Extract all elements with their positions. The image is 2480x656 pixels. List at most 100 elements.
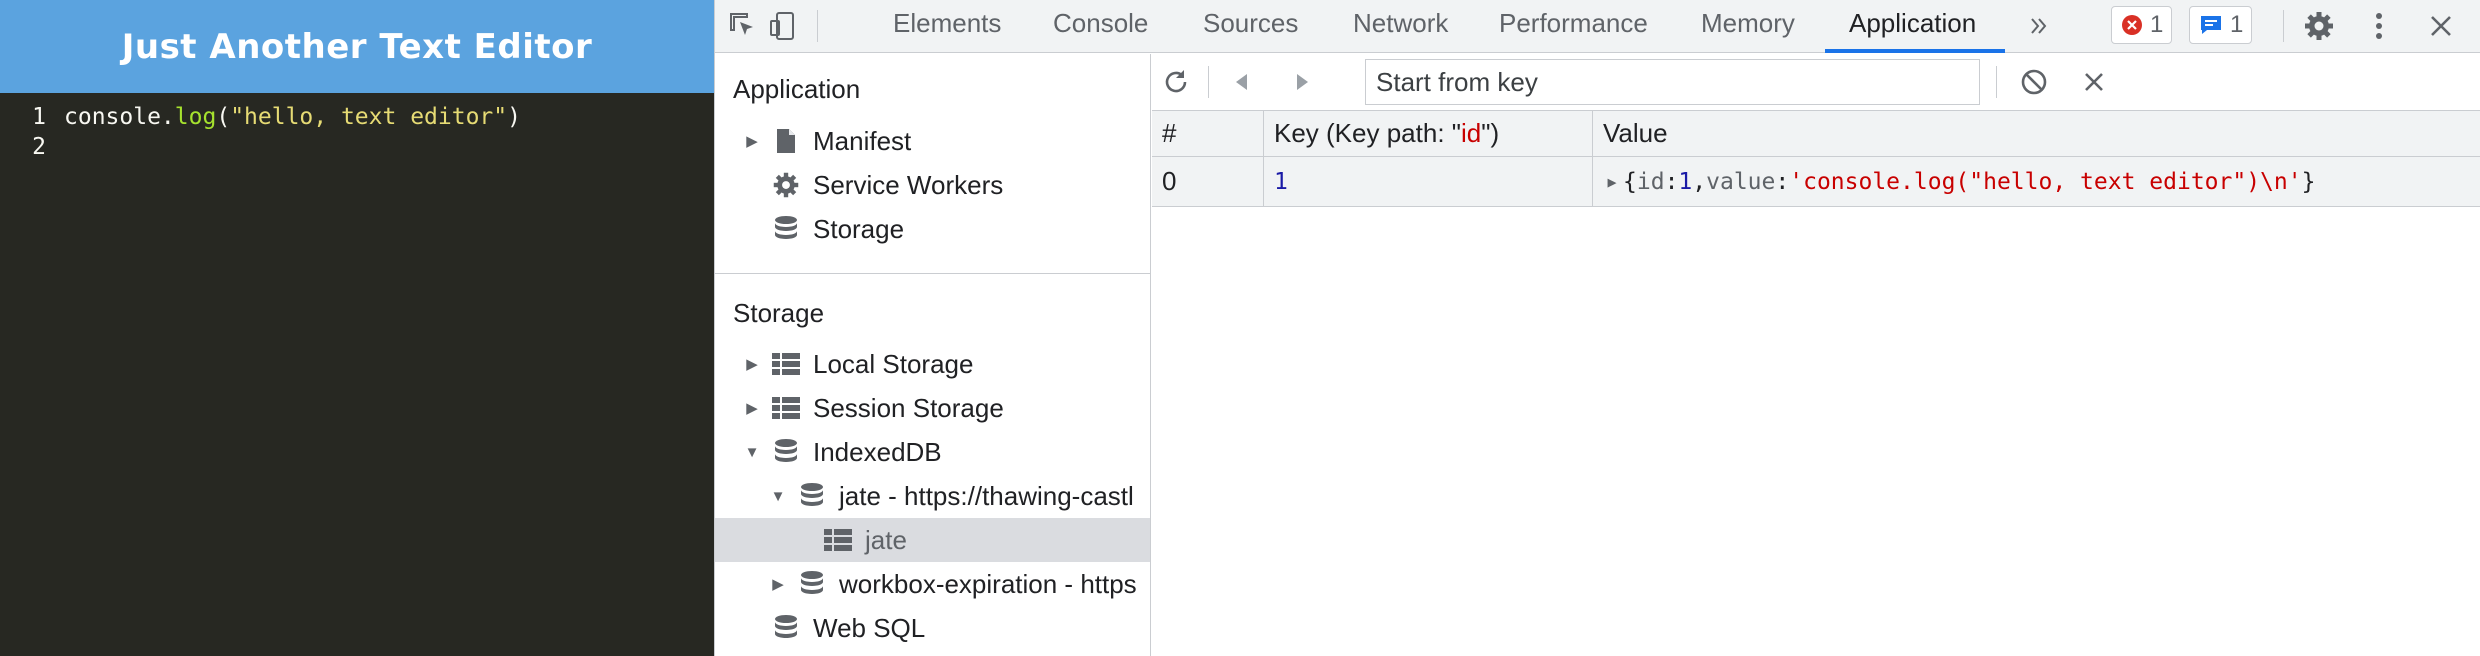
object-store-table: # Key (Key path: " id ") Value 0 1 ▶{id: 1… — [1152, 111, 2480, 207]
table-row[interactable]: 0 1 ▶{id: 1, value: 'console.log("hello,… — [1152, 157, 2480, 207]
sidebar-item-label: Storage — [813, 213, 905, 244]
code-line[interactable]: 2 — [0, 132, 714, 162]
tab-memory[interactable]: Memory — [1697, 0, 1799, 53]
value-colon: : — [1775, 168, 1790, 195]
sidebar-item-label: Local Storage — [813, 348, 974, 379]
column-header-index[interactable]: # — [1152, 111, 1264, 156]
close-devtools-icon[interactable] — [2423, 8, 2459, 44]
value-colon: : — [1664, 168, 1679, 195]
gear-icon[interactable] — [2301, 8, 2337, 44]
database-icon — [769, 437, 803, 467]
value-brace: { — [1623, 168, 1637, 195]
expand-triangle-icon[interactable]: ▶ — [769, 575, 787, 593]
messages-badge[interactable]: 1 — [2189, 6, 2253, 44]
table-grid-icon — [769, 349, 803, 379]
code-line-text[interactable]: console.log("hello, text editor") — [54, 102, 521, 132]
clear-object-store-icon[interactable] — [2016, 64, 2052, 100]
sidebar-item-label: IndexedDB — [813, 436, 942, 467]
expand-triangle-icon[interactable]: ▶ — [1603, 173, 1621, 191]
table-grid-icon — [769, 393, 803, 423]
kebab-menu-icon[interactable] — [2361, 8, 2397, 44]
indexeddb-data-view: # Key (Key path: "id") Value 0 1 ▶{id: 1… — [1152, 54, 2480, 656]
value-comma: , — [1692, 168, 1707, 195]
message-count: 1 — [2230, 11, 2244, 38]
sidebar-item-indexeddb[interactable]: ▼ IndexedDB — [715, 430, 1150, 474]
sidebar-item-label: Manifest — [813, 125, 912, 156]
value-key: value — [1706, 168, 1776, 195]
sidebar-item-label: Session Storage — [813, 392, 1004, 423]
row-key: 1 — [1264, 157, 1593, 206]
sidebar-item-manifest[interactable]: ▶ Manifest — [715, 119, 1150, 163]
code-token-paren: ) — [507, 104, 521, 130]
delete-selected-icon[interactable] — [2076, 64, 2112, 100]
key-header-suffix: ") — [1481, 118, 1500, 148]
error-icon — [2122, 15, 2142, 35]
next-page-icon[interactable] — [1284, 64, 1320, 100]
code-token-function: log — [174, 104, 217, 130]
database-icon — [769, 613, 803, 643]
tab-network[interactable]: Network — [1349, 0, 1452, 53]
table-header-row: # Key (Key path: " id ") Value — [1152, 111, 2480, 157]
row-index: 0 — [1152, 157, 1264, 206]
sidebar-item-label: Web SQL — [813, 612, 926, 643]
code-editor[interactable]: 1 console.log("hello, text editor") 2 — [0, 102, 714, 162]
double-chevron-icon[interactable] — [2021, 8, 2057, 44]
tab-console[interactable]: Console — [1049, 0, 1152, 53]
expand-triangle-icon[interactable]: ▶ — [743, 132, 761, 150]
value-brace: } — [2301, 168, 2316, 195]
previous-page-icon[interactable] — [1224, 64, 1260, 100]
tab-sources[interactable]: Sources — [1199, 0, 1302, 53]
sidebar-item-label: jate — [865, 524, 907, 555]
collapse-triangle-icon[interactable]: ▼ — [769, 487, 787, 505]
column-header-key[interactable]: Key (Key path: " id ") — [1264, 111, 1593, 156]
sidebar-item-service-workers[interactable]: Service Workers — [715, 163, 1150, 207]
error-count: 1 — [2150, 11, 2164, 38]
code-line-text[interactable] — [54, 132, 64, 162]
key-header-prefix: Key (Key path: " — [1274, 118, 1461, 148]
key-path-name: id — [1461, 118, 1482, 148]
sidebar-item-storage[interactable]: Storage — [715, 207, 1150, 251]
section-header-storage: Storage — [733, 298, 825, 328]
line-number: 2 — [32, 134, 46, 160]
database-icon — [769, 214, 803, 244]
tab-elements[interactable]: Elements — [889, 0, 1005, 53]
expand-triangle-icon[interactable]: ▶ — [743, 399, 761, 417]
table-grid-icon — [821, 525, 855, 555]
row-value[interactable]: ▶{id: 1, value: 'console.log("hello, tex… — [1593, 157, 2480, 206]
devtools-toolbar: Elements Console Sources Network Perform… — [715, 0, 2480, 53]
collapse-triangle-icon[interactable]: ▼ — [743, 443, 761, 461]
errors-badge[interactable]: 1 — [2111, 6, 2173, 44]
sidebar-item-label: workbox-expiration - https — [839, 568, 1137, 599]
text-editor-app: Just Another Text Editor 1 console.log("… — [0, 0, 714, 656]
value-string: 'console.log("hello, text editor")\n' — [1789, 168, 2302, 195]
editor-title: Just Another Text Editor — [121, 26, 593, 67]
line-number: 1 — [32, 104, 46, 130]
start-from-key-input[interactable] — [1365, 59, 1980, 105]
expand-triangle-icon[interactable]: ▶ — [743, 355, 761, 373]
device-toolbar-icon[interactable] — [765, 8, 801, 44]
message-icon — [2201, 16, 2221, 34]
sidebar-item-local-storage[interactable]: ▶ Local Storage — [715, 342, 1150, 386]
section-header-application: Application — [733, 74, 861, 104]
sidebar-item-label: Service Workers — [813, 169, 1004, 200]
file-icon — [769, 126, 803, 156]
tab-application[interactable]: Application — [1845, 0, 1980, 53]
sidebar-item-session-storage[interactable]: ▶ Session Storage — [715, 386, 1150, 430]
code-token-string: "hello, text editor" — [230, 104, 508, 130]
refresh-icon[interactable] — [1158, 64, 1194, 100]
sidebar-item-db-workbox[interactable]: ▶ workbox-expiration - https — [715, 562, 1150, 606]
code-line[interactable]: 1 console.log("hello, text editor") — [0, 102, 714, 132]
sidebar-item-store-jate[interactable]: jate — [715, 518, 1150, 562]
inspect-element-icon[interactable] — [725, 8, 761, 44]
sidebar-item-web-sql[interactable]: Web SQL — [715, 606, 1150, 650]
devtools-panel: Elements Console Sources Network Perform… — [714, 0, 2480, 656]
tab-performance[interactable]: Performance — [1495, 0, 1652, 53]
column-header-value[interactable]: Value — [1593, 111, 2480, 156]
value-key: id — [1636, 168, 1665, 195]
sidebar-item-db-jate[interactable]: ▼ jate - https://thawing-castl — [715, 474, 1150, 518]
code-token-paren: ( — [216, 104, 231, 130]
value-number: 1 — [1678, 168, 1693, 195]
active-tab-indicator — [1825, 49, 2005, 53]
editor-header: Just Another Text Editor — [0, 0, 714, 93]
application-sidebar: Application ▶ Manifest Service Workers S… — [715, 54, 1151, 656]
